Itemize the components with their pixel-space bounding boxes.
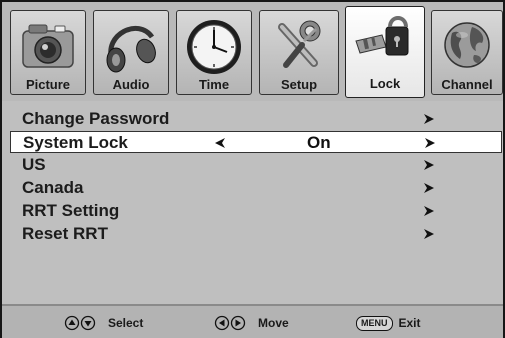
tab-lock[interactable]: Lock xyxy=(345,6,425,98)
tab-audio[interactable]: Audio xyxy=(93,10,169,95)
tab-label: Picture xyxy=(25,77,71,92)
headphones-icon xyxy=(98,15,164,77)
tab-label: Time xyxy=(198,77,230,92)
menu-item-us[interactable]: US xyxy=(10,154,502,176)
arrow-right-icon xyxy=(422,181,436,195)
camera-icon xyxy=(15,15,81,77)
footer-hints: Select Move MENU Exit xyxy=(2,304,503,338)
left-right-icon xyxy=(214,315,246,331)
menu-item-label: Canada xyxy=(22,178,84,197)
hint-select-label: Select xyxy=(108,316,144,330)
arrow-right-icon xyxy=(422,112,436,126)
arrow-right-icon xyxy=(422,204,436,218)
system-lock-value: On xyxy=(307,133,331,152)
menu-item-label: Reset RRT xyxy=(22,224,108,243)
tab-bar: Picture Audio Time Setup Lock Channel xyxy=(2,2,503,101)
menu-item-label: Change Password xyxy=(22,109,170,128)
arrow-right-icon[interactable] xyxy=(423,136,437,150)
tab-setup[interactable]: Setup xyxy=(259,10,339,95)
menu-item-change-password[interactable]: Change Password xyxy=(10,108,502,130)
clock-icon xyxy=(181,15,247,77)
menu-item-reset-rrt[interactable]: Reset RRT xyxy=(10,223,502,245)
menu-item-label: US xyxy=(22,155,46,174)
tab-label: Channel xyxy=(441,77,493,92)
menu-item-label: System Lock xyxy=(23,133,128,152)
hint-move: Move xyxy=(214,315,289,331)
lock-icon xyxy=(352,11,418,73)
arrow-right-icon xyxy=(422,227,436,241)
tab-label: Audio xyxy=(112,77,150,92)
menu-item-label: RRT Setting xyxy=(22,201,120,220)
lock-menu: Change Password System Lock On US Canada xyxy=(2,101,503,304)
hint-select: Select xyxy=(64,315,143,331)
tab-picture[interactable]: Picture xyxy=(10,10,86,95)
menu-item-system-lock[interactable]: System Lock On xyxy=(10,131,502,153)
tv-osd-menu: Picture Audio Time Setup Lock Channel Ch… xyxy=(0,0,505,338)
globe-icon xyxy=(434,15,500,77)
tab-channel[interactable]: Channel xyxy=(431,10,503,95)
hint-exit: MENU Exit xyxy=(356,315,421,331)
tab-label: Setup xyxy=(280,77,318,92)
hint-move-label: Move xyxy=(258,316,289,330)
menu-item-rrt-setting[interactable]: RRT Setting xyxy=(10,200,502,222)
arrow-right-icon xyxy=(422,158,436,172)
tab-label: Lock xyxy=(369,76,401,91)
tab-time[interactable]: Time xyxy=(176,10,252,95)
menu-item-canada[interactable]: Canada xyxy=(10,177,502,199)
tools-icon xyxy=(266,15,332,77)
hint-exit-label: Exit xyxy=(398,316,421,330)
up-down-icon xyxy=(64,315,96,331)
menu-key-icon: MENU xyxy=(356,315,393,331)
arrow-left-icon[interactable] xyxy=(213,136,227,150)
